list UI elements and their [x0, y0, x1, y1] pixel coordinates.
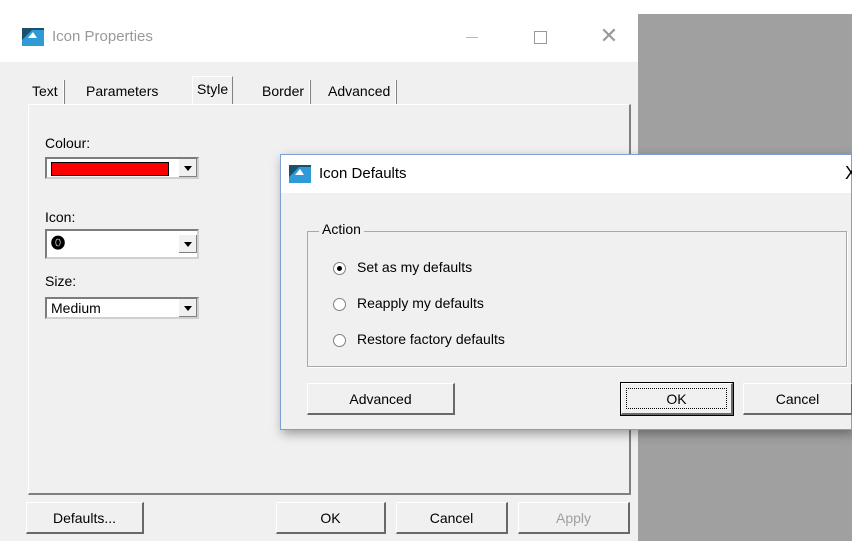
colour-swatch [51, 162, 169, 176]
size-value: Medium [51, 300, 101, 316]
dialog-title-bar: Icon Defaults X [281, 155, 852, 193]
tab-text[interactable]: Text [28, 80, 64, 104]
window-title: Icon Properties [52, 28, 153, 45]
action-group-label: Action [319, 221, 364, 237]
maximize-icon[interactable] [518, 24, 562, 50]
icon-preview-icon: ⓿ [51, 235, 65, 251]
advanced-button[interactable]: Advanced [307, 383, 455, 415]
icon-defaults-dialog: Icon Defaults X Action Set as my default… [280, 154, 852, 430]
colour-label: Colour: [45, 135, 91, 151]
cancel-button[interactable]: Cancel [396, 502, 508, 534]
tab-style[interactable]: Style [192, 76, 234, 105]
tab-border[interactable]: Border [258, 80, 311, 104]
app-icon [289, 165, 311, 183]
icon-label: Icon: [45, 209, 76, 225]
colour-dropdown[interactable] [45, 157, 199, 179]
chevron-down-icon[interactable] [178, 235, 197, 253]
dialog-cancel-button[interactable]: Cancel [743, 383, 852, 415]
dialog-title: Icon Defaults [319, 165, 407, 182]
app-icon [22, 28, 44, 46]
tab-advanced[interactable]: Advanced [324, 80, 397, 104]
icon-dropdown[interactable]: ⓿ [45, 229, 199, 259]
tab-advanced-label: Advanced [328, 83, 391, 99]
ok-button[interactable]: OK [276, 502, 386, 534]
dialog-ok-button[interactable]: OK [620, 382, 734, 416]
title-bar: Icon Properties ✕ [0, 14, 638, 62]
tab-style-label: Style [197, 81, 229, 97]
radio-label: Restore factory defaults [357, 331, 505, 347]
minimize-icon[interactable] [450, 24, 494, 50]
chevron-down-icon[interactable] [178, 159, 197, 177]
tab-text-label: Text [32, 83, 58, 99]
tab-border-label: Border [262, 83, 305, 99]
close-icon[interactable]: ✕ [587, 24, 631, 50]
radio-label: Set as my defaults [357, 259, 473, 275]
close-icon[interactable]: X [845, 163, 852, 184]
focus-rect [626, 388, 727, 409]
radio-button[interactable] [333, 334, 346, 347]
size-dropdown[interactable]: Medium [45, 297, 199, 319]
radio-button[interactable] [333, 262, 346, 275]
top-strip [0, 0, 852, 14]
radio-label: Reapply my defaults [357, 295, 484, 311]
chevron-down-icon[interactable] [178, 299, 197, 317]
apply-button[interactable]: Apply [518, 502, 630, 534]
size-label: Size: [45, 273, 77, 289]
defaults-button[interactable]: Defaults... [26, 502, 144, 534]
tab-parameters-label: Parameters [86, 83, 159, 99]
radio-button[interactable] [333, 298, 346, 311]
tab-parameters[interactable]: Parameters [82, 80, 162, 102]
